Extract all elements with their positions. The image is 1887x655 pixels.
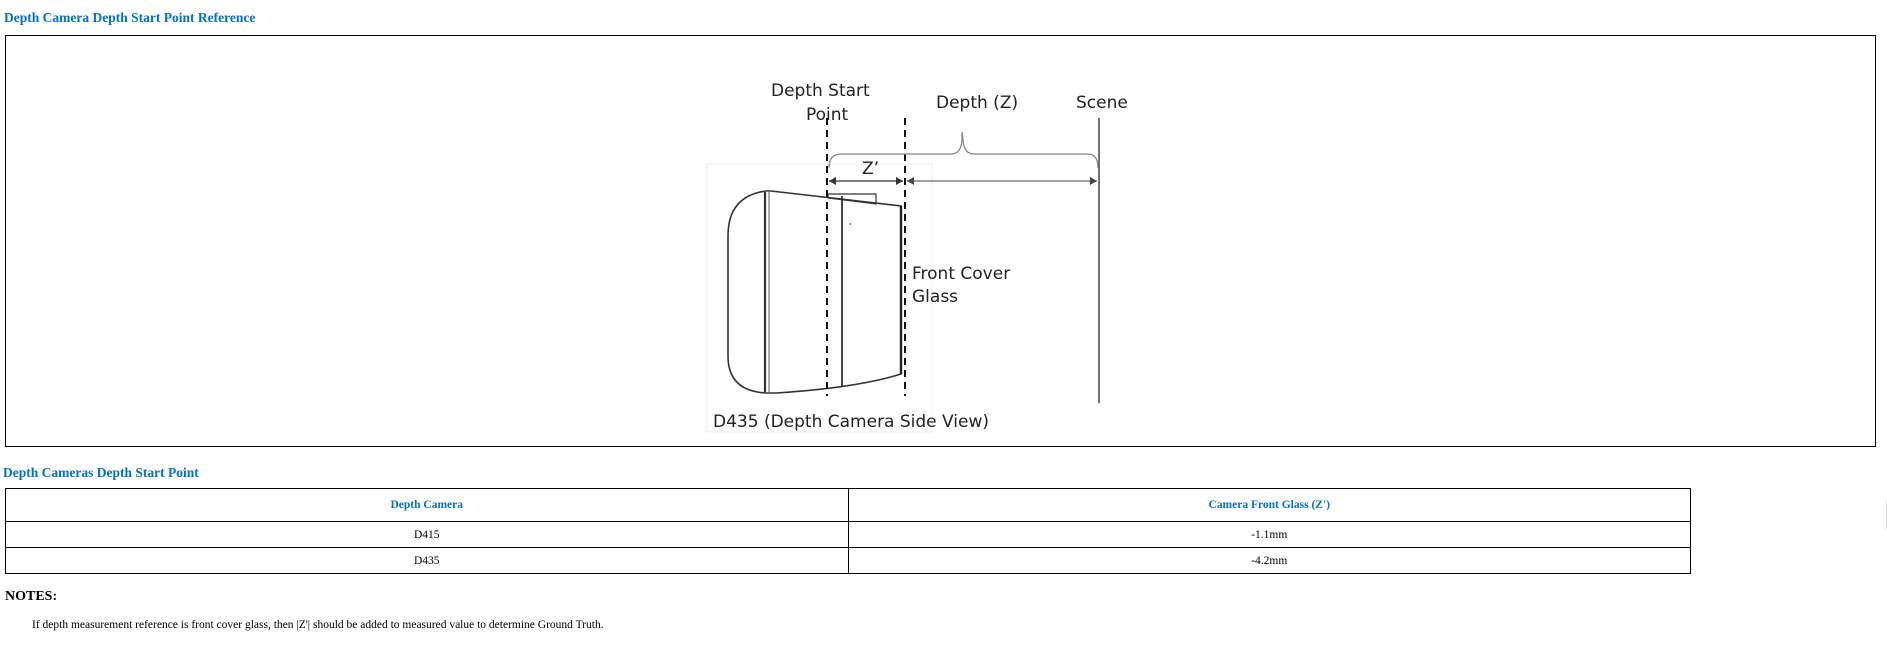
- table-title: Depth Cameras Depth Start Point: [3, 465, 199, 480]
- figure-caption: D435 (Depth Camera Side View): [713, 412, 989, 432]
- table-row: D435 -4.2mm: [5, 547, 1691, 574]
- cell-camera: D435: [5, 547, 849, 574]
- depth-arrowhead-right: [1090, 177, 1097, 185]
- z-prime-arrowhead-right: [896, 177, 903, 185]
- column-header-front-glass: Camera Front Glass (Z'): [847, 488, 1691, 522]
- figure-title: Depth Camera Depth Start Point Reference: [4, 10, 256, 25]
- cell-front-glass: -1.1mm: [847, 521, 1691, 548]
- front-cover-label-line2: Glass: [912, 287, 958, 307]
- camera-body-outline: [727, 190, 902, 394]
- z-prime-arrowhead-left: [829, 177, 836, 185]
- notes-text: If depth measurement reference is front …: [32, 619, 604, 631]
- cell-front-glass: -4.2mm: [847, 547, 1691, 574]
- camera-top-bracket: [827, 193, 877, 205]
- cell-camera: D415: [5, 521, 849, 548]
- scene-label: Scene: [1076, 93, 1128, 113]
- column-header-depth-camera: Depth Camera: [5, 488, 849, 522]
- camera-side-view-diagram: Depth Start Point Depth (Z) Scene Z’ Fro…: [706, 81, 1128, 433]
- front-cover-label-line1: Front Cover: [912, 264, 1010, 284]
- depth-start-label-line1: Depth Start: [771, 81, 870, 101]
- table-row: D415 -1.1mm: [5, 521, 1691, 548]
- image-frame: [706, 163, 933, 433]
- depth-arrowhead-left: [907, 177, 914, 185]
- depth-start-label-line2: Point: [806, 105, 849, 125]
- depth-start-point-table: Depth Camera Camera Front Glass (Z') D41…: [5, 488, 1691, 574]
- depth-start-point-figure: Depth Start Point Depth (Z) Scene Z’ Fro…: [5, 35, 1876, 447]
- table-header-row: Depth Camera Camera Front Glass (Z'): [5, 488, 1691, 522]
- notes-title: NOTES:: [5, 589, 58, 604]
- camera-dot: [849, 223, 851, 225]
- depth-z-label: Depth (Z): [936, 93, 1018, 113]
- page-edge-divider: [1876, 500, 1887, 530]
- z-prime-label: Z’: [862, 159, 879, 179]
